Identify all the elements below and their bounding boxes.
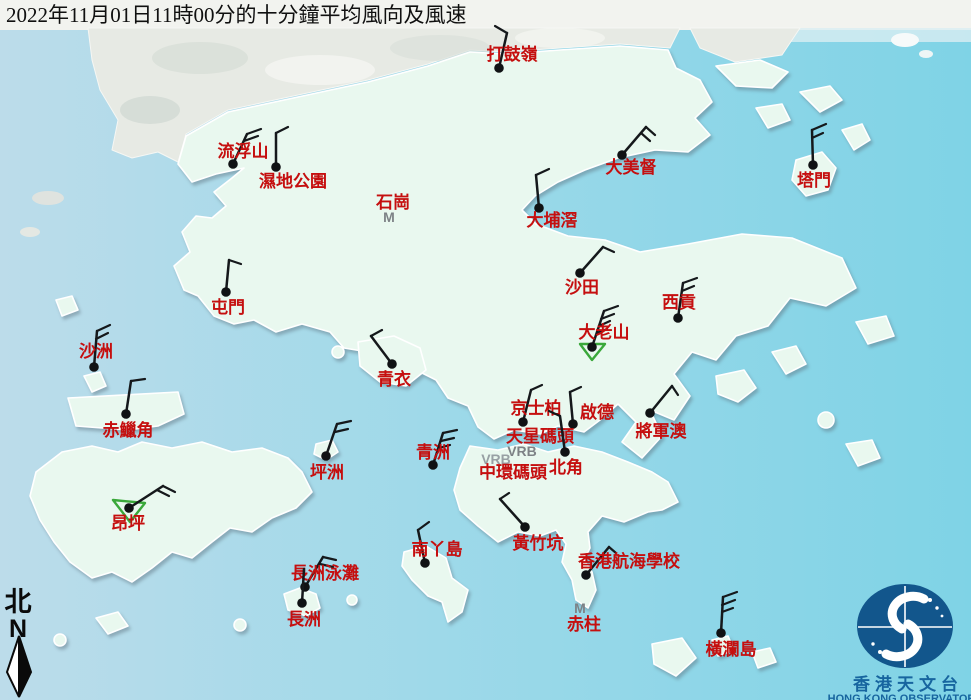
station-dot — [560, 447, 570, 457]
urban-patch — [265, 55, 375, 85]
land-shek-kwu-chau — [234, 619, 246, 631]
hko-logo-name-cn: 香港天文台 — [853, 674, 963, 694]
station-label: 青衣 — [377, 369, 411, 389]
station-label: 濕地公園 — [259, 171, 327, 191]
station-label: 沙洲 — [79, 342, 113, 361]
station-dot — [321, 451, 331, 461]
station-label: 塔門 — [797, 170, 831, 190]
station-label: 西貢 — [662, 293, 696, 312]
station-label: 啟德 — [580, 402, 614, 422]
station-dot — [271, 162, 281, 172]
urban-patch — [120, 96, 180, 124]
islet-deep-bay — [32, 191, 64, 205]
station-label: 大美督 — [606, 157, 657, 177]
station-dot — [716, 628, 726, 638]
station-label: 昂坪 — [111, 514, 145, 533]
station-dot — [581, 570, 591, 580]
station-dot — [587, 342, 597, 352]
map-title: 2022年11月01日11時00分的十分鐘平均風向及風速 — [6, 3, 466, 27]
land-islet-s — [347, 595, 357, 605]
hk-wind-map: 2022年11月01日11時00分的十分鐘平均風向及風速 打鼓嶺流浮山濕地公園 M… — [0, 0, 971, 700]
land-islet-port-shelter — [818, 412, 834, 428]
islet-deep-bay — [20, 227, 40, 237]
station-dot — [575, 268, 585, 278]
station-dot — [387, 359, 397, 369]
station-label: 北角 — [549, 457, 583, 477]
hko-logo-halftone-dot — [871, 642, 874, 645]
station-label: 橫瀾島 — [706, 639, 757, 659]
islet-mirs-bay — [891, 33, 919, 47]
station-label: 黃竹坑 — [512, 533, 564, 553]
compass-north-cn: 北 — [5, 587, 32, 617]
station-dot — [808, 160, 818, 170]
urban-patch — [152, 42, 248, 74]
station-label: 屯門 — [211, 297, 245, 317]
station-label: 流浮山 — [218, 141, 269, 161]
station-label: 赤柱 — [567, 614, 601, 634]
station-label: 打鼓嶺 — [487, 44, 538, 64]
station-label: 長洲 — [287, 610, 321, 629]
station-label: 香港航海學校 — [578, 551, 681, 571]
station-label: 長洲泳灘 — [291, 563, 359, 583]
station-dot — [221, 287, 231, 297]
station-dot — [420, 558, 430, 568]
station-dot — [520, 522, 530, 532]
wind-staff — [812, 130, 813, 165]
sea-pale-strip — [780, 28, 971, 42]
station-dot — [89, 362, 99, 372]
station-marker: M — [574, 600, 586, 616]
hko-logo-halftone-dot — [878, 650, 882, 654]
station-label: 將軍澳 — [636, 421, 688, 441]
station-dot — [494, 63, 504, 73]
wind-map-screenshot: 2022年11月01日11時00分的十分鐘平均風向及風速 打鼓嶺流浮山濕地公園 M… — [0, 0, 971, 700]
station-dot — [645, 408, 655, 418]
station-label: 大埔滘 — [527, 210, 578, 230]
station-label: 中環碼頭 — [479, 462, 548, 482]
hko-logo-halftone-dot — [941, 615, 944, 618]
hko-logo-halftone-dot — [935, 606, 938, 609]
station-label: 南丫島 — [412, 539, 463, 559]
station-label: 大老山 — [579, 322, 630, 342]
hko-logo-halftone-dot — [928, 598, 932, 602]
station-label: 京士柏 — [511, 398, 562, 418]
land-ma-wan — [332, 346, 344, 358]
station-dot — [124, 503, 134, 513]
station-label: 坪洲 — [310, 463, 344, 482]
land-islet-sw — [54, 634, 66, 646]
station-dot — [121, 409, 131, 419]
islet-mirs-bay — [919, 50, 933, 58]
station-label: 沙田 — [565, 278, 599, 297]
station-label: 赤鱲角 — [103, 420, 154, 440]
station-label: 石崗 — [375, 193, 410, 212]
station-dot — [297, 598, 307, 608]
hko-logo-name-en: HONG KONG OBSERVATORY — [828, 693, 971, 700]
station-dot — [673, 313, 683, 323]
station-dot — [518, 417, 528, 427]
station-label: 青洲 — [416, 442, 450, 462]
